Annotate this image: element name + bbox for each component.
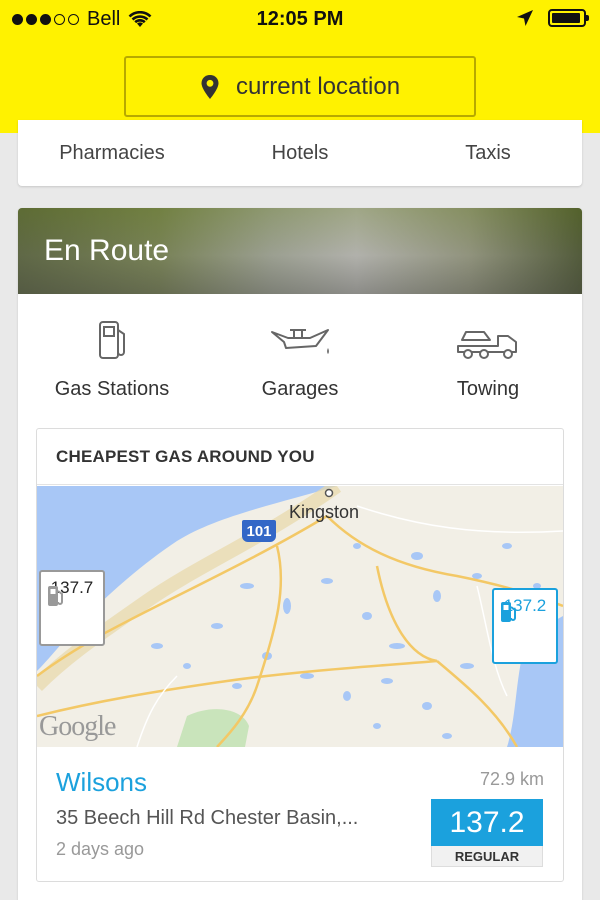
service-gas-stations[interactable]: Gas Stations	[18, 318, 206, 401]
location-arrow-icon	[517, 10, 533, 26]
station-address: 35 Beech Hill Rd Chester Basin,...	[56, 807, 359, 829]
cheapest-gas-card: CHEAPEST GAS AROUND YOU Kingston 101 Goo…	[36, 428, 564, 882]
category-taxis[interactable]: Taxis	[398, 142, 578, 165]
category-hotels[interactable]: Hotels	[210, 142, 390, 165]
current-location-button[interactable]: current location	[124, 56, 476, 117]
gas-pump-icon	[48, 586, 63, 606]
gas-pump-icon	[99, 321, 125, 359]
station-distance: 72.9 km	[479, 769, 544, 789]
price-badge[interactable]: 137.2 REGULAR	[431, 799, 543, 867]
service-label: Garages	[261, 378, 339, 400]
map-pin-137-7[interactable]: 137.7	[39, 570, 105, 646]
status-bar-right	[516, 9, 589, 27]
gas-pump-icon	[501, 602, 516, 622]
service-garages[interactable]: Garages	[206, 318, 394, 401]
en-route-card: En Route Gas Stations Garages Towing CHE…	[18, 208, 582, 900]
map-city-label: Kingston	[289, 502, 360, 522]
map-attribution: Google	[39, 711, 116, 742]
map-pin-icon	[201, 74, 219, 99]
station-name[interactable]: Wilsons	[56, 767, 147, 798]
tow-truck-icon	[457, 331, 517, 359]
battery-icon	[548, 9, 589, 27]
status-time: 12:05 PM	[256, 8, 344, 30]
gas-map[interactable]: Kingston 101 Google 137.7 137.2	[37, 486, 563, 747]
fuel-grade: REGULAR	[431, 846, 543, 867]
service-towing[interactable]: Towing	[394, 318, 582, 401]
map-canvas	[37, 486, 563, 747]
station-summary[interactable]: Wilsons 72.9 km 35 Beech Hill Rd Chester…	[37, 747, 563, 883]
service-label: Gas Stations	[54, 378, 170, 400]
oil-can-icon	[271, 329, 329, 354]
service-row: Gas Stations Garages Towing	[18, 318, 582, 401]
highway-shield: 101	[242, 520, 276, 542]
price-value: 137.2	[431, 799, 543, 846]
en-route-title: En Route	[44, 234, 170, 267]
map-pin-137-2[interactable]: 137.2	[492, 588, 558, 664]
cheapest-gas-title: CHEAPEST GAS AROUND YOU	[37, 429, 563, 485]
category-row: Pharmacies Hotels Taxis	[18, 142, 582, 165]
status-bar: Bell 12:05 PM	[0, 0, 600, 40]
current-location-label: current location	[235, 72, 401, 100]
station-updated: 2 days ago	[56, 839, 145, 859]
app-header: Bell 12:05 PM current location	[0, 0, 600, 133]
en-route-banner: En Route	[18, 208, 582, 294]
service-label: Towing	[456, 378, 520, 400]
category-card: Pharmacies Hotels Taxis	[18, 120, 582, 186]
category-pharmacies[interactable]: Pharmacies	[22, 142, 202, 165]
